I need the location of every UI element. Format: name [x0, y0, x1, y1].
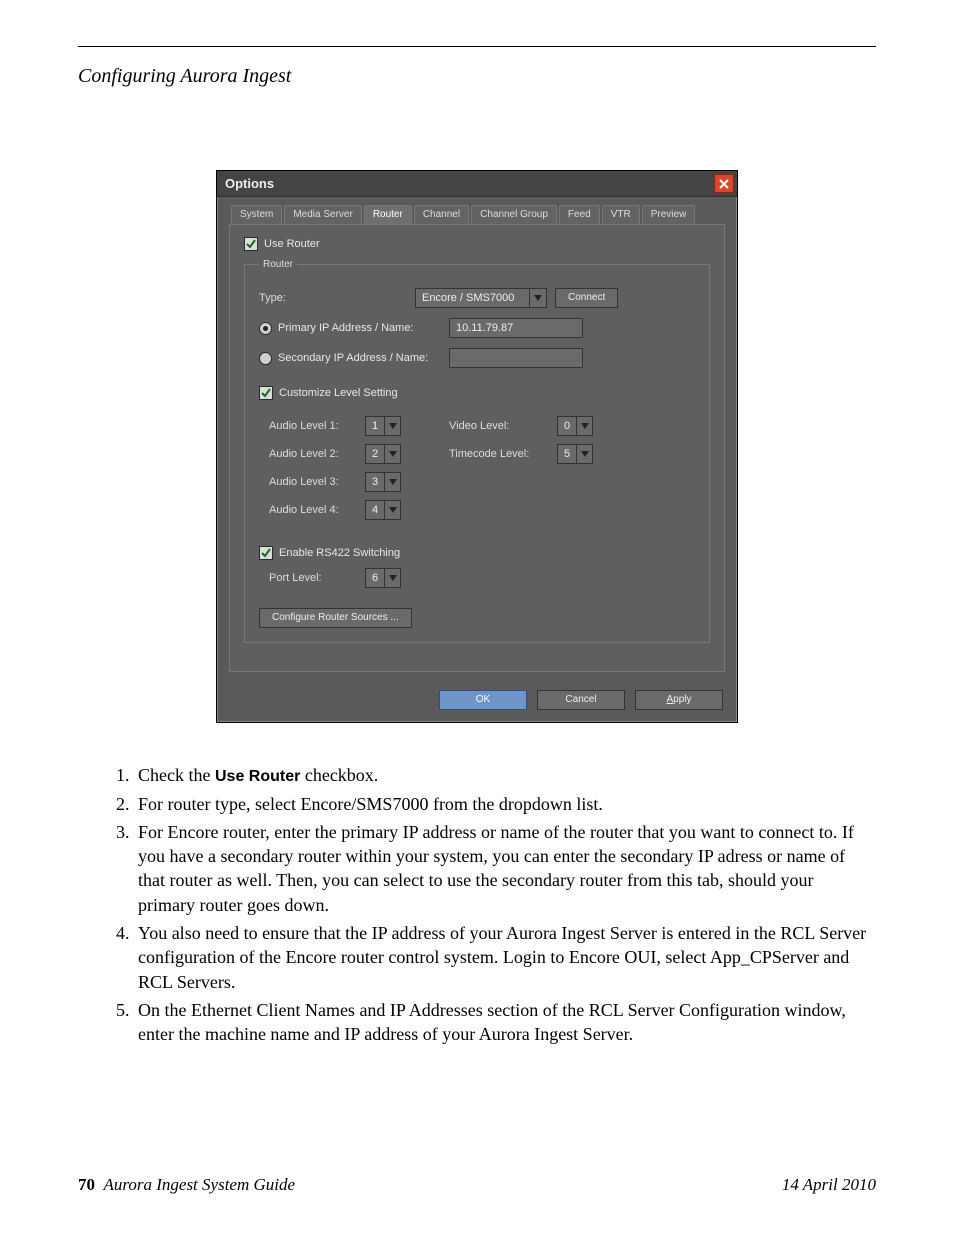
audio-level-4-select[interactable]: 4: [365, 500, 401, 520]
router-fieldset: Router Type: Encore / SMS7000 Connect Pr…: [244, 259, 710, 643]
dialog-title: Options: [225, 176, 274, 191]
titlebar: Options: [217, 171, 737, 197]
secondary-radio[interactable]: [259, 352, 272, 365]
use-router-label: Use Router: [264, 238, 320, 250]
secondary-label: Secondary IP Address / Name:: [278, 352, 428, 364]
footer-date: 14 April 2010: [782, 1175, 876, 1195]
audio-level-1-label: Audio Level 1:: [269, 420, 357, 432]
options-dialog: Options System Media Server Router Chann…: [216, 170, 738, 723]
type-value: Encore / SMS7000: [416, 292, 529, 304]
cancel-button[interactable]: Cancel: [537, 690, 625, 710]
audio-level-3-label: Audio Level 3:: [269, 476, 357, 488]
audio-level-2-select[interactable]: 2: [365, 444, 401, 464]
step-4: You also need to ensure that the IP addr…: [134, 921, 868, 994]
page-number: 70: [78, 1175, 95, 1194]
tab-media-server[interactable]: Media Server: [284, 205, 361, 224]
tab-bar: System Media Server Router Channel Chann…: [217, 197, 737, 224]
step-2: For router type, select Encore/SMS7000 f…: [134, 792, 868, 816]
configure-router-sources-button[interactable]: Configure Router Sources ...: [259, 608, 412, 628]
chevron-down-icon: [384, 473, 400, 491]
connect-button[interactable]: Connect: [555, 288, 618, 308]
tab-channel[interactable]: Channel: [414, 205, 469, 224]
enable-rs422-label: Enable RS422 Switching: [279, 547, 400, 559]
use-router-checkbox[interactable]: [244, 237, 258, 251]
tab-feed[interactable]: Feed: [559, 205, 600, 224]
guide-title: Aurora Ingest System Guide: [104, 1175, 296, 1194]
instructions: Check the Use Router checkbox. For route…: [86, 763, 868, 1047]
apply-button[interactable]: Apply: [635, 690, 723, 710]
secondary-ip-field[interactable]: [449, 348, 583, 368]
video-level-select[interactable]: 0: [557, 416, 593, 436]
timecode-level-select[interactable]: 5: [557, 444, 593, 464]
router-legend: Router: [259, 259, 297, 270]
tab-preview[interactable]: Preview: [642, 205, 696, 224]
audio-level-4-label: Audio Level 4:: [269, 504, 357, 516]
close-icon[interactable]: [714, 174, 734, 193]
port-level-select[interactable]: 6: [365, 568, 401, 588]
ok-button[interactable]: OK: [439, 690, 527, 710]
type-label: Type:: [259, 292, 407, 304]
page-footer: 70 Aurora Ingest System Guide 14 April 2…: [78, 1175, 876, 1195]
chevron-down-icon: [384, 501, 400, 519]
video-level-label: Video Level:: [449, 420, 549, 432]
customize-level-label: Customize Level Setting: [279, 387, 398, 399]
audio-level-2-label: Audio Level 2:: [269, 448, 357, 460]
port-level-label: Port Level:: [269, 572, 357, 584]
audio-level-1-select[interactable]: 1: [365, 416, 401, 436]
tab-router[interactable]: Router: [364, 205, 412, 224]
tab-vtr[interactable]: VTR: [602, 205, 640, 224]
dialog-footer: OK Cancel Apply: [217, 682, 737, 722]
audio-level-3-select[interactable]: 3: [365, 472, 401, 492]
chevron-down-icon: [384, 569, 400, 587]
primary-radio[interactable]: [259, 322, 272, 335]
type-select[interactable]: Encore / SMS7000: [415, 288, 547, 308]
primary-label: Primary IP Address / Name:: [278, 322, 414, 334]
customize-level-checkbox[interactable]: [259, 386, 273, 400]
step-1: Check the Use Router checkbox.: [134, 763, 868, 788]
tab-channel-group[interactable]: Channel Group: [471, 205, 557, 224]
primary-ip-field[interactable]: 10.11.79.87: [449, 318, 583, 338]
chevron-down-icon: [529, 289, 546, 307]
enable-rs422-checkbox[interactable]: [259, 546, 273, 560]
step-5: On the Ethernet Client Names and IP Addr…: [134, 998, 868, 1047]
router-panel: Use Router Router Type: Encore / SMS7000…: [229, 224, 725, 672]
chevron-down-icon: [576, 417, 592, 435]
chevron-down-icon: [384, 417, 400, 435]
tab-system[interactable]: System: [231, 205, 282, 224]
section-title: Configuring Aurora Ingest: [78, 65, 876, 88]
chevron-down-icon: [576, 445, 592, 463]
chevron-down-icon: [384, 445, 400, 463]
timecode-level-label: Timecode Level:: [449, 448, 549, 460]
step-3: For Encore router, enter the primary IP …: [134, 820, 868, 917]
